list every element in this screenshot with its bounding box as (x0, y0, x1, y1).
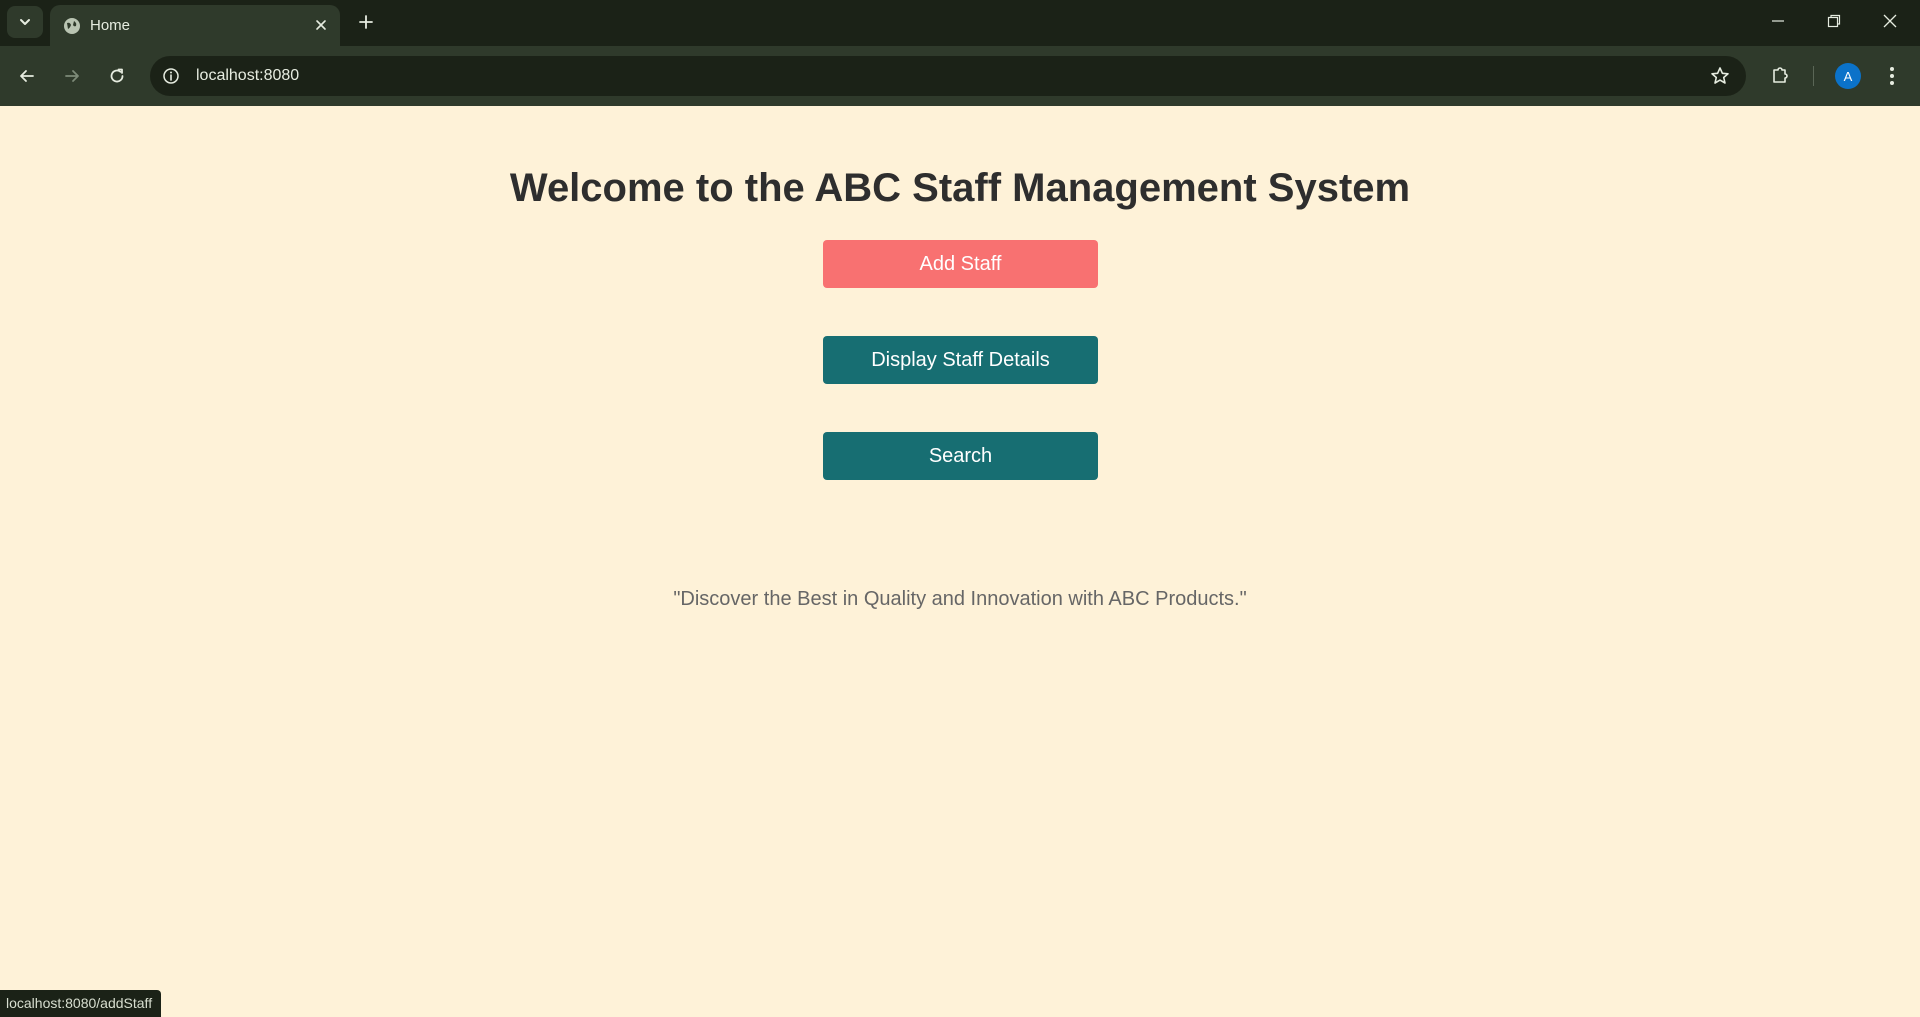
page-title: Welcome to the ABC Staff Management Syst… (509, 166, 1411, 210)
tab-search-button[interactable] (7, 6, 43, 38)
tab-title: Home (90, 17, 131, 34)
add-staff-button[interactable]: Add Staff (823, 240, 1098, 288)
plus-icon (359, 15, 373, 29)
toolbar-divider (1813, 66, 1814, 86)
address-bar[interactable]: localhost:8080 (150, 56, 1746, 96)
minimize-icon (1772, 20, 1784, 22)
kebab-menu-icon (1890, 67, 1894, 85)
tagline: "Discover the Best in Quality and Innova… (673, 588, 1247, 610)
browser-menu-button[interactable] (1880, 60, 1904, 92)
back-button[interactable] (11, 60, 43, 92)
extensions-button[interactable] (1766, 60, 1796, 90)
close-icon (316, 20, 326, 30)
puzzle-icon (1773, 67, 1788, 83)
page-viewport: Welcome to the ABC Staff Management Syst… (0, 106, 1920, 1017)
restore-icon (1827, 14, 1841, 28)
profile-avatar[interactable]: A (1835, 63, 1861, 89)
reload-icon (110, 68, 124, 83)
reload-button[interactable] (101, 60, 133, 92)
browser-tabstrip: Home (0, 0, 1920, 46)
address-url[interactable]: localhost:8080 (196, 67, 299, 85)
arrow-right-icon (65, 70, 79, 82)
chevron-down-icon (20, 19, 30, 25)
display-staff-details-button[interactable]: Display Staff Details (823, 336, 1098, 384)
star-icon (1711, 67, 1729, 84)
forward-button[interactable] (56, 60, 88, 92)
restore-button[interactable] (1806, 0, 1862, 42)
info-icon (163, 68, 179, 84)
close-icon (1883, 14, 1897, 28)
tab-home[interactable]: Home (50, 5, 340, 46)
search-button[interactable]: Search (823, 432, 1098, 480)
arrow-left-icon (20, 70, 34, 82)
globe-icon (64, 18, 80, 34)
tab-close-button[interactable] (310, 14, 332, 36)
site-info-button[interactable] (160, 65, 182, 87)
status-bar-url: localhost:8080/addStaff (0, 990, 162, 1017)
close-window-button[interactable] (1862, 0, 1918, 42)
browser-toolbar: localhost:8080 A (0, 46, 1920, 106)
minimize-button[interactable] (1750, 0, 1806, 42)
bookmark-button[interactable] (1708, 64, 1732, 88)
new-tab-button[interactable] (352, 8, 380, 36)
